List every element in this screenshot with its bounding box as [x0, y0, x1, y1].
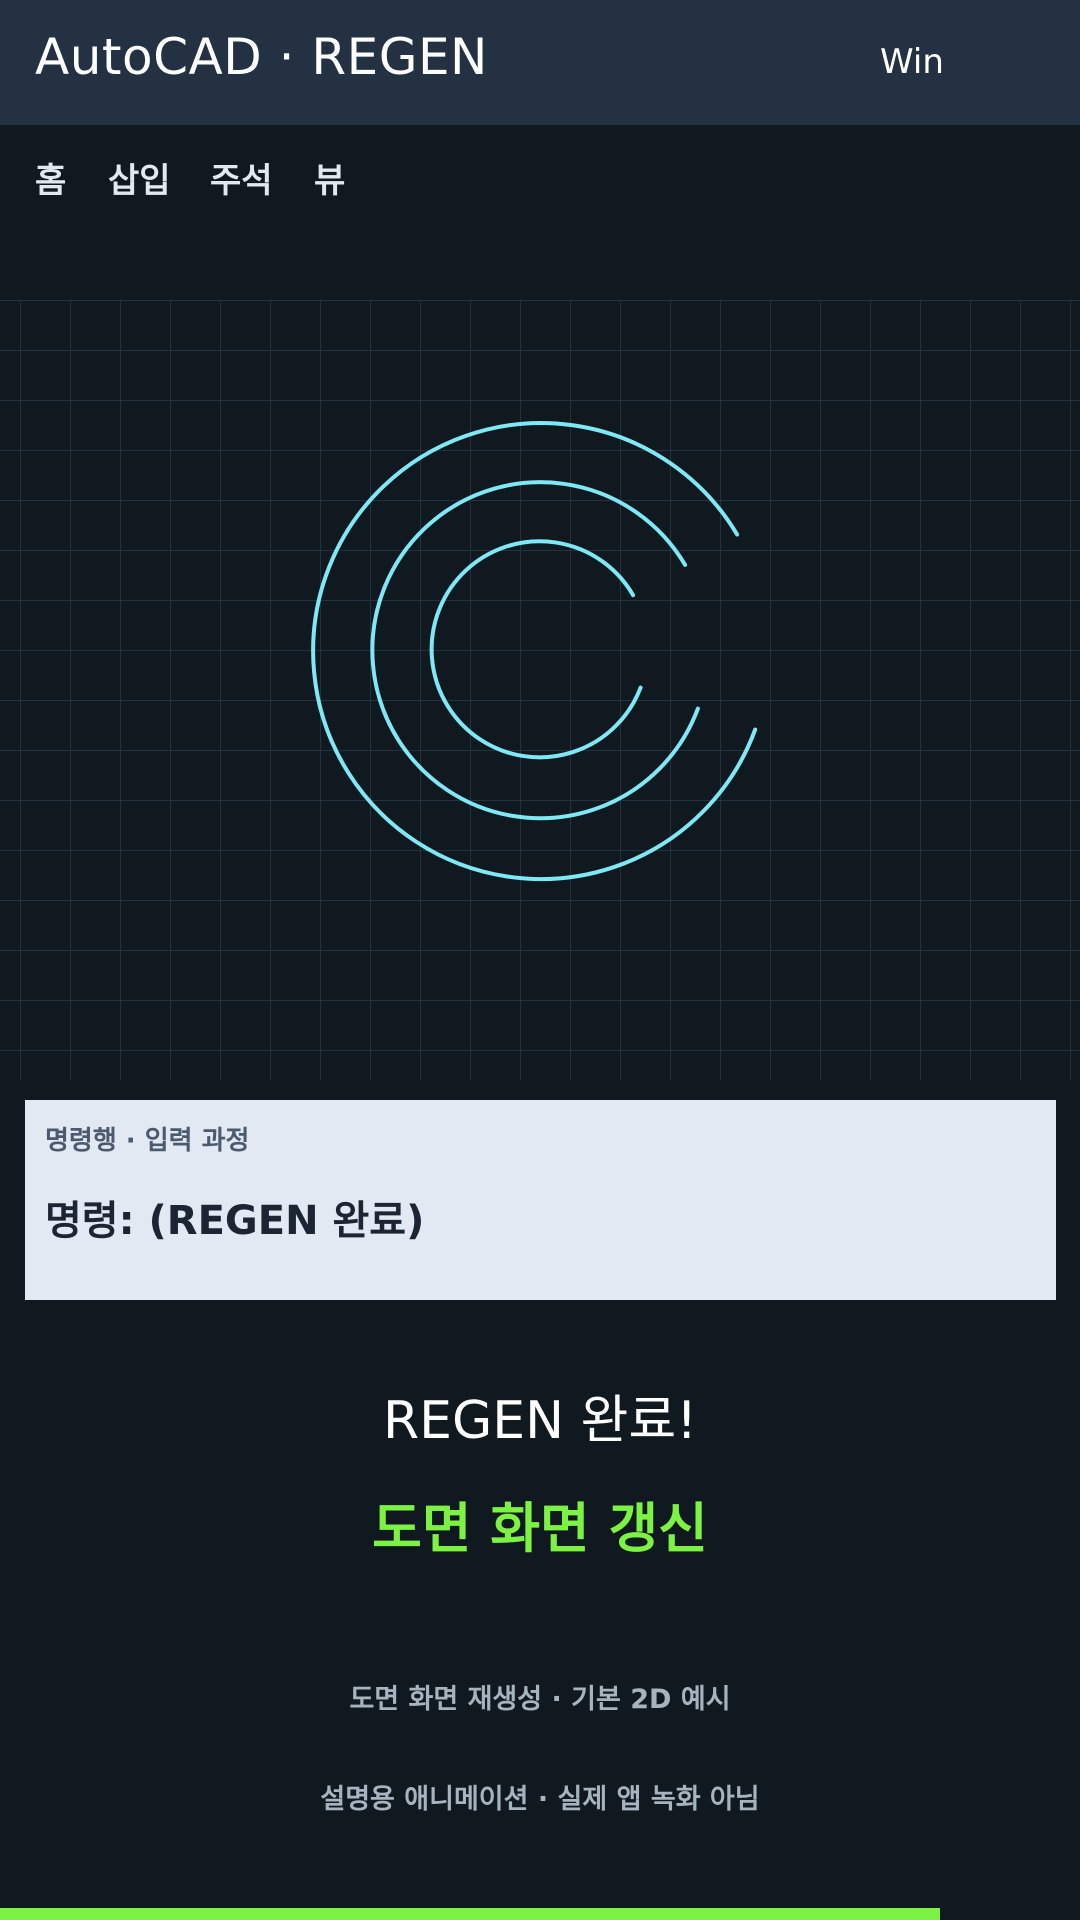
app-title: AutoCAD · REGEN [35, 28, 488, 86]
progress-bar [0, 1908, 1080, 1920]
tab-home[interactable]: 홈 [35, 153, 66, 202]
command-line-text: 명령: (REGEN 완료) [45, 1198, 425, 1244]
command-line-caption: 명령행 · 입력 과정 [45, 1126, 250, 1156]
tab-view[interactable]: 뷰 [314, 153, 345, 202]
title-bar: AutoCAD · REGEN Win [0, 0, 1080, 125]
platform-label: Win [880, 42, 944, 82]
middle-arc [370, 480, 700, 821]
drawing-canvas[interactable] [0, 300, 1080, 1080]
note-line-2: 설명용 애니메이션 · 실제 앱 녹화 아님 [320, 1784, 760, 1815]
command-line-panel[interactable]: 명령행 · 입력 과정 명령: (REGEN 완료) [25, 1100, 1056, 1300]
outer-arc [311, 421, 758, 882]
status-subtitle: 도면 화면 갱신 [372, 1497, 708, 1560]
tab-insert[interactable]: 삽입 [108, 153, 171, 202]
ribbon-tabs: 홈 삽입 주석 뷰 [0, 125, 1080, 300]
drawing-svg [311, 421, 758, 882]
app-screen: AutoCAD · REGEN Win 홈 삽입 주석 뷰 명령행 · 입력 과… [0, 0, 1080, 1920]
tab-annotate[interactable]: 주석 [210, 153, 273, 202]
inner-arc [429, 539, 643, 760]
status-title: REGEN 완료! [382, 1391, 698, 1451]
arc-group [311, 421, 758, 882]
note-line-1: 도면 화면 재생성 · 기본 2D 예시 [349, 1684, 731, 1715]
progress-bar-fill [0, 1908, 940, 1920]
